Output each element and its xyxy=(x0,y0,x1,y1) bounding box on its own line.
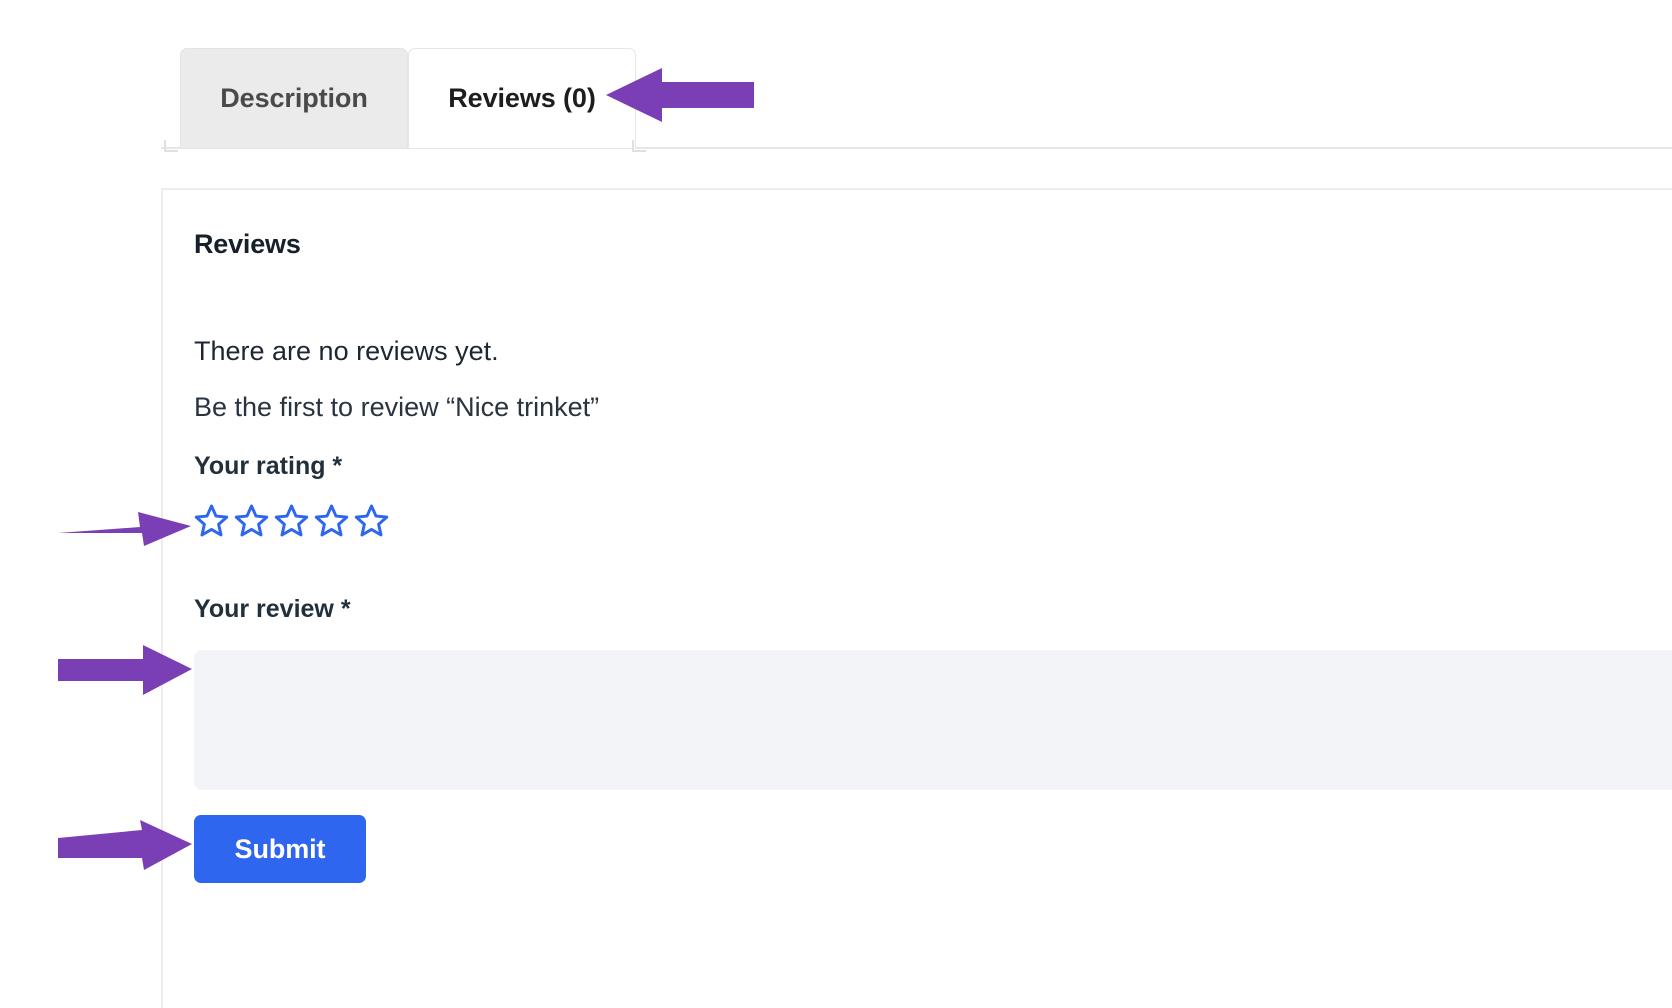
review-textarea[interactable] xyxy=(194,650,1672,790)
tab-bar: Description Reviews (0) xyxy=(0,0,1672,152)
tab-corner-notch-right xyxy=(632,140,646,152)
no-reviews-message: There are no reviews yet. xyxy=(194,336,499,366)
reviews-heading: Reviews xyxy=(194,229,301,259)
star-icon-5[interactable] xyxy=(353,502,390,539)
star-icon-3[interactable] xyxy=(273,502,310,539)
be-first-to-review-message: Be the first to review “Nice trinket” xyxy=(194,392,600,422)
submit-button[interactable]: Submit xyxy=(194,815,366,883)
tab-reviews[interactable]: Reviews (0) xyxy=(408,48,636,148)
product-tabs-page: Description Reviews (0) Reviews There ar… xyxy=(0,0,1672,1008)
star-icon-4[interactable] xyxy=(313,502,350,539)
your-review-label: Your review * xyxy=(194,595,351,623)
star-icon-1[interactable] xyxy=(193,502,230,539)
star-icon-2[interactable] xyxy=(233,502,270,539)
tab-description[interactable]: Description xyxy=(180,48,408,148)
your-rating-label: Your rating * xyxy=(194,452,343,480)
tab-corner-notch-left xyxy=(164,140,178,152)
tab-reviews-label: Reviews (0) xyxy=(448,82,596,113)
tab-description-label: Description xyxy=(220,83,368,113)
reviews-panel: Reviews There are no reviews yet. Be the… xyxy=(161,188,1672,1008)
star-rating-widget[interactable] xyxy=(193,502,390,539)
